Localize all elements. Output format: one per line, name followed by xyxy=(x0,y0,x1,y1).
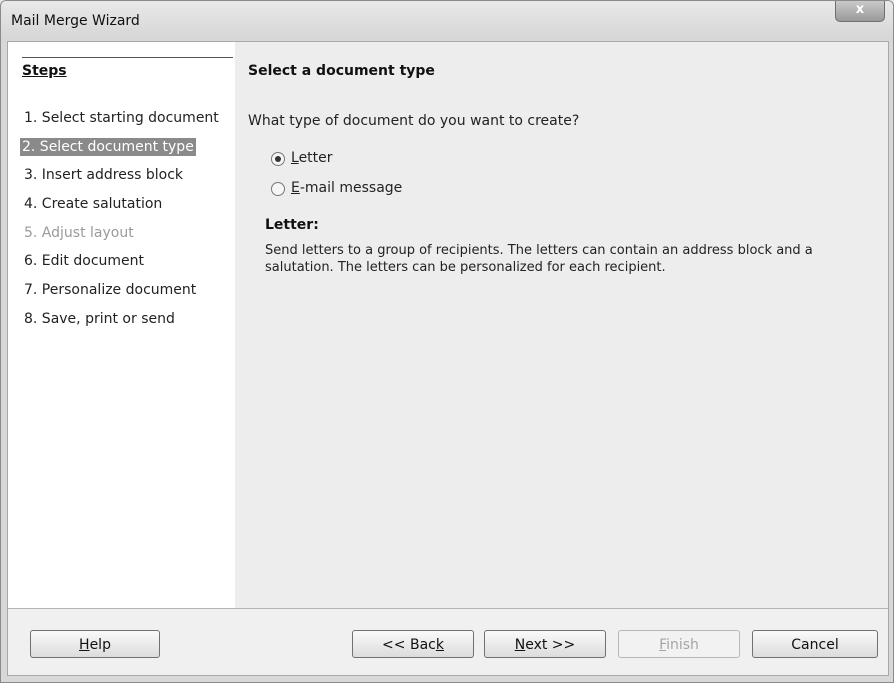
step-2-select-document-type[interactable]: 2. Select document type xyxy=(20,138,196,156)
finish-button: Finish xyxy=(618,630,740,658)
description-title: Letter: xyxy=(265,217,319,233)
step-7-personalize-document[interactable]: 7. Personalize document xyxy=(22,281,198,299)
close-button[interactable]: x xyxy=(835,1,885,22)
cancel-button[interactable]: Cancel xyxy=(752,630,878,658)
steps-sidebar: Steps 1. Select starting document 2. Sel… xyxy=(8,42,235,608)
document-type-question: What type of document do you want to cre… xyxy=(248,113,580,129)
help-button[interactable]: Help xyxy=(30,630,160,658)
mail-merge-wizard-window: Mail Merge Wizard x Steps 1. Select star… xyxy=(0,0,894,683)
page-title: Select a document type xyxy=(248,63,435,79)
step-3-insert-address-block[interactable]: 3. Insert address block xyxy=(22,166,185,184)
steps-divider xyxy=(22,57,233,58)
email-message-label[interactable]: E-mail message xyxy=(291,180,402,196)
step-1-select-starting-document[interactable]: 1. Select starting document xyxy=(22,109,221,127)
step-5-adjust-layout: 5. Adjust layout xyxy=(24,225,134,241)
footer-divider xyxy=(8,608,888,609)
email-message-radio[interactable] xyxy=(271,182,285,196)
letter-radio[interactable] xyxy=(271,152,285,166)
radio-selected-dot xyxy=(275,156,281,162)
next-button[interactable]: Next >> xyxy=(484,630,606,658)
step-4-create-salutation[interactable]: 4. Create salutation xyxy=(22,195,164,213)
step-8-save-print-or-send[interactable]: 8. Save, print or send xyxy=(22,310,177,328)
window-title: Mail Merge Wizard xyxy=(11,13,140,29)
description-text: Send letters to a group of recipients. T… xyxy=(265,243,813,275)
back-button[interactable]: << Back xyxy=(352,630,474,658)
content-panel: Select a document type What type of docu… xyxy=(235,42,888,608)
close-icon: x xyxy=(855,2,865,17)
title-bar[interactable]: Mail Merge Wizard x xyxy=(1,1,893,39)
steps-heading: Steps xyxy=(22,63,67,79)
wizard-body: Steps 1. Select starting document 2. Sel… xyxy=(7,41,889,676)
step-6-edit-document[interactable]: 6. Edit document xyxy=(22,252,146,270)
letter-label[interactable]: Letter xyxy=(291,150,333,166)
